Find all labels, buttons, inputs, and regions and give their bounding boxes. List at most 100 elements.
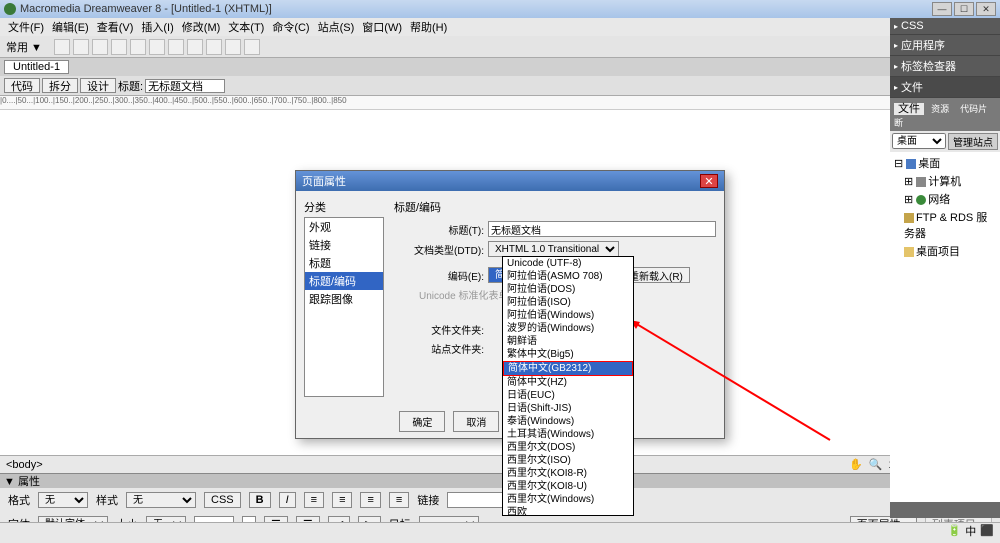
files-tab[interactable]: 文件 — [894, 103, 924, 115]
menu-window[interactable]: 窗口(W) — [360, 19, 404, 35]
tool-icon[interactable] — [168, 39, 184, 55]
tool-icon[interactable] — [111, 39, 127, 55]
style-select[interactable]: 无 — [126, 492, 196, 508]
title-input[interactable] — [145, 79, 225, 93]
encoding-option[interactable]: 西里尔文(Windows) — [503, 493, 633, 506]
category-list[interactable]: 外观 链接 标题 标题/编码 跟踪图像 — [304, 217, 384, 397]
tool-icon[interactable] — [187, 39, 203, 55]
tray-lang[interactable]: 中 — [965, 523, 976, 539]
css-accordion[interactable]: CSS — [890, 18, 1000, 35]
file-tree[interactable]: ⊟ 桌面 ⊞ 计算机 ⊞ 网络 FTP & RDS 服务器 桌面项目 — [890, 152, 1000, 502]
encoding-option[interactable]: 西里尔文(KOI8-U) — [503, 480, 633, 493]
category-label: 分类 — [304, 199, 384, 215]
encoding-option[interactable]: 泰语(Windows) — [503, 415, 633, 428]
tool-icon[interactable] — [225, 39, 241, 55]
encoding-option[interactable]: 阿拉伯语(Windows) — [503, 309, 633, 322]
align-center-icon[interactable]: ≡ — [332, 492, 352, 508]
cancel-button[interactable]: 取消 — [453, 411, 499, 432]
align-right-icon[interactable]: ≡ — [360, 492, 380, 508]
menu-insert[interactable]: 插入(I) — [139, 19, 175, 35]
manage-sites-button[interactable]: 管理站点 — [948, 133, 998, 150]
doc-tab[interactable]: Untitled-1 — [4, 60, 69, 74]
menu-edit[interactable]: 编辑(E) — [50, 19, 91, 35]
format-label: 格式 — [8, 492, 30, 508]
encoding-option[interactable]: 繁体中文(Big5) — [503, 348, 633, 361]
tool-icon[interactable] — [73, 39, 89, 55]
encoding-option[interactable]: 波罗的语(Windows) — [503, 322, 633, 335]
tool-icon[interactable] — [149, 39, 165, 55]
menu-command[interactable]: 命令(C) — [270, 19, 311, 35]
encoding-option[interactable]: 朝鲜语 — [503, 335, 633, 348]
css-button[interactable]: CSS — [204, 492, 241, 508]
cat-title-encoding[interactable]: 标题/编码 — [305, 272, 383, 290]
section-title: 标题/编码 — [394, 199, 716, 215]
menu-help[interactable]: 帮助(H) — [408, 19, 449, 35]
tool-icon[interactable] — [206, 39, 222, 55]
encoding-option[interactable]: 西里尔文(DOS) — [503, 441, 633, 454]
cat-headings[interactable]: 标题 — [305, 254, 383, 272]
encoding-dropdown[interactable]: Unicode (UTF-8)阿拉伯语(ASMO 708)阿拉伯语(DOS)阿拉… — [502, 256, 634, 516]
menu-site[interactable]: 站点(S) — [316, 19, 357, 35]
align-justify-icon[interactable]: ≡ — [389, 492, 409, 508]
format-select[interactable]: 无 — [38, 492, 88, 508]
ok-button[interactable]: 确定 — [399, 411, 445, 432]
title-field[interactable] — [488, 221, 716, 237]
align-left-icon[interactable]: ≡ — [304, 492, 324, 508]
encoding-label: 编码(E): — [394, 268, 484, 283]
encoding-option[interactable]: 阿拉伯语(ASMO 708) — [503, 270, 633, 283]
dialog-close-button[interactable]: ✕ — [700, 174, 718, 188]
italic-button[interactable]: I — [279, 492, 296, 508]
encoding-option[interactable]: Unicode (UTF-8) — [503, 257, 633, 270]
tool-icon[interactable] — [244, 39, 260, 55]
dtd-select[interactable]: XHTML 1.0 Transitional — [488, 241, 619, 257]
props-header[interactable]: ▼ 属性 — [0, 474, 1000, 488]
close-button[interactable]: ✕ — [976, 2, 996, 16]
encoding-option[interactable]: 土耳其语(Windows) — [503, 428, 633, 441]
title-field-label: 标题(T): — [394, 222, 484, 237]
minimize-button[interactable]: — — [932, 2, 952, 16]
menu-file[interactable]: 文件(F) — [6, 19, 46, 35]
network-icon — [916, 195, 926, 205]
tag-selector[interactable]: <body> — [6, 459, 43, 471]
tray-icon[interactable]: ⬛ — [980, 524, 994, 537]
toolbar-label[interactable]: 常用 ▼ — [6, 39, 42, 55]
zoom-icon[interactable]: 🔍 — [869, 458, 883, 471]
cat-links[interactable]: 链接 — [305, 236, 383, 254]
menubar: 文件(F) 编辑(E) 查看(V) 插入(I) 修改(M) 文本(T) 命令(C… — [0, 18, 1000, 36]
document-tabs: Untitled-1 — [0, 58, 1000, 76]
files-accordion[interactable]: 文件 — [890, 77, 1000, 98]
encoding-option[interactable]: 日语(Shift-JIS) — [503, 402, 633, 415]
encoding-option[interactable]: 简体中文(HZ) — [503, 376, 633, 389]
statusbar: <body> ✋ 🔍 100% ▼ 1683 x 696 — [0, 455, 1000, 473]
cat-appearance[interactable]: 外观 — [305, 218, 383, 236]
encoding-option[interactable]: 西欧 — [503, 506, 633, 516]
tool-icon[interactable] — [130, 39, 146, 55]
tag-accordion[interactable]: 标签检查器 — [890, 56, 1000, 77]
cat-tracing[interactable]: 跟踪图像 — [305, 290, 383, 308]
titlebar: Macromedia Dreamweaver 8 - [Untitled-1 (… — [0, 0, 1000, 18]
encoding-option[interactable]: 简体中文(GB2312) — [503, 361, 633, 376]
tool-icon[interactable] — [92, 39, 108, 55]
menu-modify[interactable]: 修改(M) — [180, 19, 223, 35]
ftp-icon — [904, 213, 914, 223]
taskbar: 🔋 中 ⬛ — [0, 522, 1000, 538]
tray-icon[interactable]: 🔋 — [948, 524, 962, 537]
hand-tool-icon[interactable]: ✋ — [849, 458, 863, 471]
encoding-option[interactable]: 日语(EUC) — [503, 389, 633, 402]
encoding-option[interactable]: 阿拉伯语(DOS) — [503, 283, 633, 296]
encoding-option[interactable]: 西里尔文(ISO) — [503, 454, 633, 467]
app-accordion[interactable]: 应用程序 — [890, 35, 1000, 56]
encoding-option[interactable]: 阿拉伯语(ISO) — [503, 296, 633, 309]
code-view-button[interactable]: 代码 — [4, 78, 40, 93]
maximize-button[interactable]: ☐ — [954, 2, 974, 16]
design-view-button[interactable]: 设计 — [80, 78, 116, 93]
site-select[interactable]: 桌面 — [892, 133, 946, 149]
bold-button[interactable]: B — [249, 492, 271, 508]
doc-title: [Untitled-1 (XHTML)] — [171, 3, 272, 15]
tool-icon[interactable] — [54, 39, 70, 55]
assets-tab[interactable]: 资源 — [927, 104, 953, 114]
encoding-option[interactable]: 西里尔文(KOI8-R) — [503, 467, 633, 480]
split-view-button[interactable]: 拆分 — [42, 78, 78, 93]
menu-view[interactable]: 查看(V) — [95, 19, 136, 35]
menu-text[interactable]: 文本(T) — [226, 19, 266, 35]
